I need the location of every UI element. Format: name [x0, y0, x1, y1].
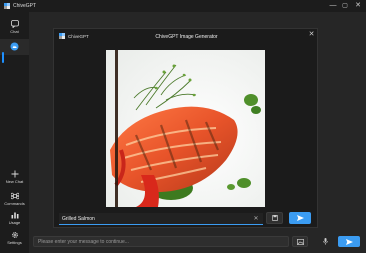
- dialog-close-button[interactable]: ✕: [307, 30, 316, 39]
- sidebar-item-label: New Chat: [5, 179, 24, 184]
- save-image-button[interactable]: [266, 212, 283, 224]
- sidebar-item-label: Usage: [8, 220, 21, 225]
- sidebar-item-usage[interactable]: Usage: [0, 211, 29, 225]
- sidebar-item-new-chat[interactable]: New Chat: [0, 170, 29, 184]
- app-title: ChiveGPT: [13, 3, 37, 9]
- image-button[interactable]: [292, 236, 308, 247]
- title-bar: ChiveGPT — ▢ ✕: [0, 0, 366, 12]
- image-generator-dialog: ChiveGPT ChiveGPT Image Generator ✕ Gril…: [53, 28, 318, 228]
- plus-icon: [11, 170, 18, 178]
- minimize-button[interactable]: —: [327, 1, 339, 11]
- message-input[interactable]: Please enter your message to continue...: [33, 236, 289, 247]
- active-indicator: [2, 52, 4, 63]
- sidebar-item-label: Chat: [10, 29, 19, 34]
- voice-input-button[interactable]: [318, 236, 332, 247]
- image-prompt-input[interactable]: Grilled Salmon: [59, 213, 263, 225]
- sidebar-item-commands[interactable]: Commands: [0, 192, 29, 206]
- sidebar-item-settings[interactable]: Settings: [0, 231, 29, 245]
- send-icon: [345, 238, 353, 245]
- image-gen-icon: [10, 42, 19, 51]
- chat-bubble-icon: [10, 20, 19, 28]
- send-button[interactable]: [338, 236, 360, 247]
- clear-prompt-button[interactable]: ✕: [252, 213, 260, 225]
- image-icon: [296, 238, 304, 245]
- generate-button[interactable]: [289, 212, 311, 224]
- microphone-icon: [322, 238, 328, 245]
- command-icon: [10, 192, 19, 200]
- sidebar-item-image-generator[interactable]: [0, 39, 29, 55]
- close-button[interactable]: ✕: [352, 1, 364, 11]
- sidebar-item-label: Commands: [4, 201, 25, 206]
- sidebar-item-label: Settings: [7, 240, 22, 245]
- app-logo-icon: [4, 3, 10, 9]
- grilled-salmon-image: [106, 50, 265, 207]
- send-icon: [296, 215, 304, 221]
- sidebar-item-chat[interactable]: Chat: [0, 20, 29, 34]
- generated-image: [106, 50, 265, 207]
- sidebar: Chat New Chat Commands Usage Settings: [0, 12, 29, 253]
- maximize-button[interactable]: ▢: [339, 1, 351, 11]
- dialog-title: ChiveGPT Image Generator: [155, 34, 218, 40]
- save-icon: [271, 215, 278, 221]
- bar-chart-icon: [11, 212, 18, 219]
- gear-icon: [11, 232, 18, 238]
